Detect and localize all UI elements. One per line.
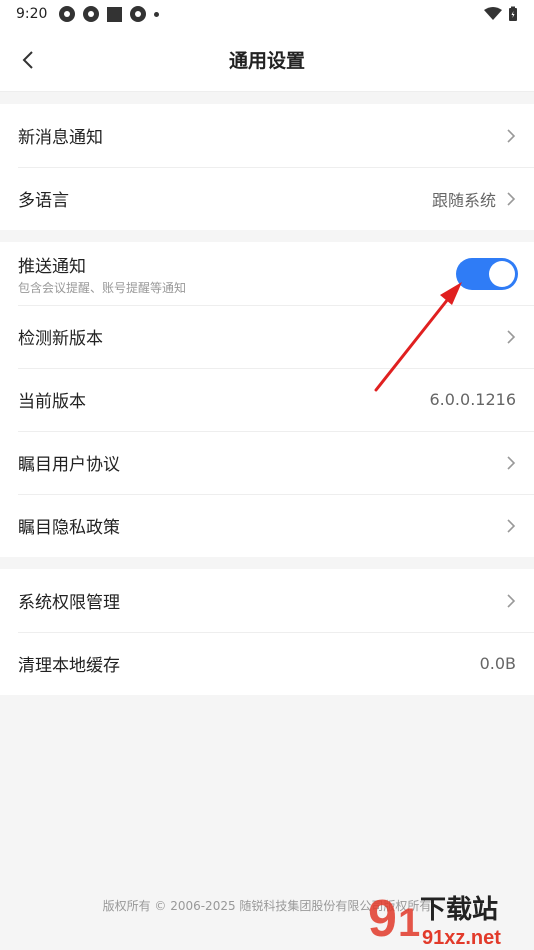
version-value: 6.0.0.1216: [429, 390, 516, 409]
row-label: 多语言: [18, 191, 69, 211]
site-watermark-logo: 9 1 下载站 91xz.net: [368, 890, 501, 949]
cache-size-value: 0.0B: [479, 654, 516, 673]
app-notification-icon: [130, 6, 147, 22]
status-time: 9:20: [16, 6, 48, 22]
new-message-notification-row[interactable]: 新消息通知: [0, 104, 534, 167]
svg-text:下载站: 下载站: [420, 895, 498, 925]
battery-icon: [509, 6, 517, 21]
back-arrow-icon: [22, 51, 33, 69]
push-notification-row: 推送通知 包含会议提醒、账号提醒等通知: [0, 242, 534, 305]
row-label: 系统权限管理: [18, 593, 120, 613]
more-notifications-icon: [154, 11, 160, 17]
status-bar: 9:20: [0, 0, 534, 28]
privacy-policy-row[interactable]: 瞩目隐私政策: [0, 494, 534, 557]
check-update-row[interactable]: 检测新版本: [0, 305, 534, 368]
chevron-right-icon: [507, 329, 516, 344]
svg-text:1: 1: [398, 901, 420, 945]
settings-group-app: 推送通知 包含会议提醒、账号提醒等通知 检测新版本 当前版本 6.0.0.121…: [0, 242, 534, 557]
row-label: 新消息通知: [18, 128, 103, 148]
row-label: 检测新版本: [18, 329, 103, 349]
settings-group-general: 新消息通知 多语言 跟随系统: [0, 104, 534, 230]
wifi-icon: [484, 7, 502, 20]
chevron-right-icon: [507, 128, 516, 143]
current-version-row: 当前版本 6.0.0.1216: [0, 368, 534, 431]
app-header: 通用设置: [0, 28, 534, 92]
svg-text:91xz.net: 91xz.net: [422, 927, 501, 949]
chevron-right-icon: [507, 455, 516, 470]
permission-management-row[interactable]: 系统权限管理: [0, 569, 534, 632]
svg-text:9: 9: [368, 890, 397, 948]
language-row[interactable]: 多语言 跟随系统: [0, 167, 534, 230]
row-description: 包含会议提醒、账号提醒等通知: [18, 280, 187, 295]
language-value: 跟随系统: [431, 190, 496, 210]
push-notification-toggle[interactable]: [456, 258, 518, 290]
chevron-right-icon: [507, 518, 516, 533]
notification-icons: [59, 6, 160, 22]
chevron-right-icon: [507, 593, 516, 608]
row-label: 瞩目隐私政策: [18, 518, 120, 538]
user-agreement-row[interactable]: 瞩目用户协议: [0, 431, 534, 494]
settings-group-system: 系统权限管理 清理本地缓存 0.0B: [0, 569, 534, 695]
page-title: 通用设置: [228, 50, 305, 72]
app-notification-icon: [83, 6, 100, 22]
row-label: 当前版本: [18, 392, 86, 412]
row-label: 推送通知: [18, 256, 86, 277]
back-button[interactable]: [14, 46, 42, 74]
clear-cache-row[interactable]: 清理本地缓存 0.0B: [0, 632, 534, 695]
chevron-right-icon: [507, 191, 516, 206]
row-label: 清理本地缓存: [18, 656, 120, 676]
app-notification-icon: [59, 6, 76, 22]
row-label: 瞩目用户协议: [18, 455, 120, 475]
image-notification-icon: [107, 6, 123, 22]
toggle-knob: [489, 261, 515, 287]
